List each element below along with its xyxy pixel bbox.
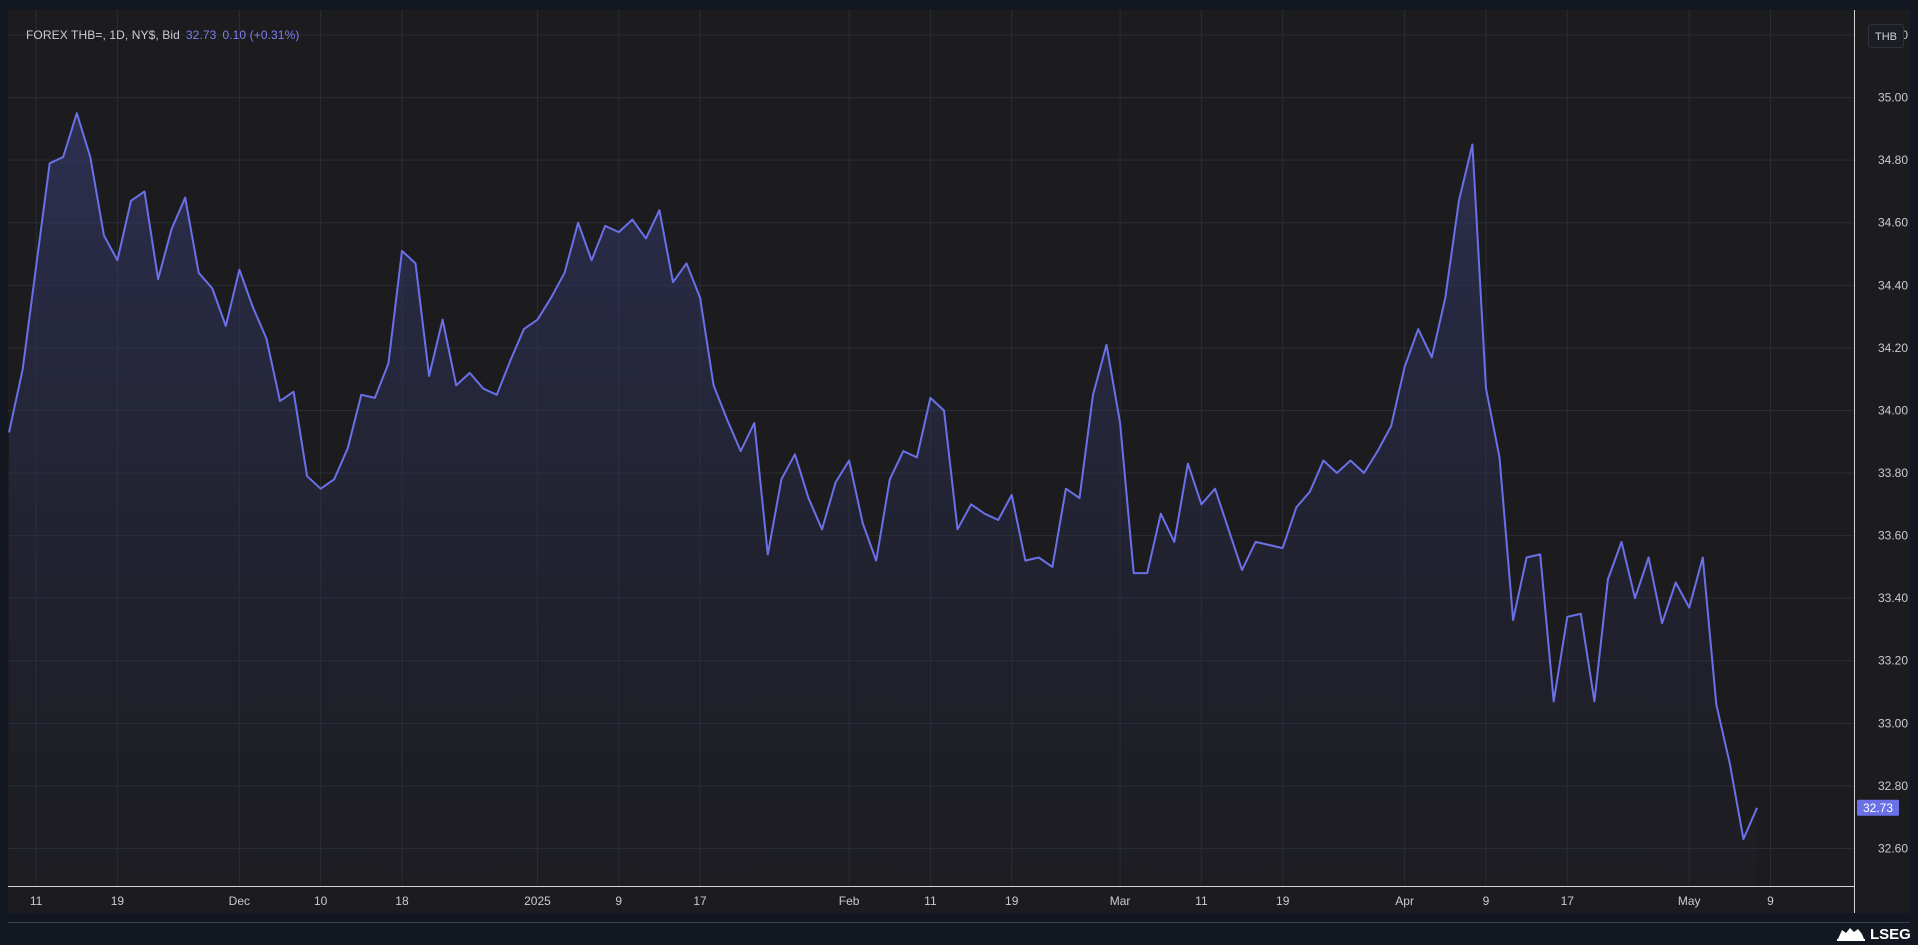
currency-button[interactable]: THB: [1868, 24, 1904, 48]
lion-icon: [1837, 928, 1865, 941]
y-tick-label: 34.00: [1878, 403, 1908, 417]
x-tick-label: Mar: [1110, 894, 1131, 908]
chart-frame: 32.60 32.80 33.00 33.20 33.40 33.60 33.80 34.00…: [8, 10, 1910, 913]
y-tick-label: 33.20: [1878, 654, 1908, 668]
x-tick-label: 9: [1767, 894, 1774, 908]
chart-legend: FOREX THB=, 1D, NY$, Bid 32.73 0.10 (+0.31…: [26, 28, 299, 42]
y-tick-label: 33.40: [1878, 591, 1908, 605]
x-tick-label: 19: [1005, 894, 1019, 908]
y-tick-label: 35.00: [1878, 91, 1908, 105]
x-tick-label: 18: [395, 894, 409, 908]
area-fill: [9, 113, 1757, 886]
x-tick-label: 17: [693, 894, 707, 908]
y-tick-label: 34.40: [1878, 278, 1908, 292]
x-tick-label: 11: [924, 894, 937, 908]
x-tick-label: 17: [1561, 894, 1575, 908]
y-tick-label: 32.80: [1878, 779, 1908, 793]
x-tick-label: 9: [1483, 894, 1490, 908]
x-tick-label: 11: [1195, 894, 1208, 908]
x-tick-label: Apr: [1395, 894, 1414, 908]
x-tick-label: 10: [314, 894, 328, 908]
footer-bar: [0, 922, 1918, 945]
brand-name: LSEG: [1870, 925, 1911, 943]
y-axis-ticks: 32.60 32.80 33.00 33.20 33.40 33.60 33.80 34.00…: [1878, 28, 1908, 855]
legend-last-value: 32.73: [185, 28, 217, 42]
y-tick-label: 34.80: [1878, 153, 1908, 167]
x-tick-label: Dec: [229, 894, 250, 908]
area-fill-path: [9, 113, 1757, 886]
legend-change: 0.10 (+0.31%): [222, 28, 300, 42]
y-tick-label: 33.60: [1878, 529, 1908, 543]
x-tick-label: 19: [1276, 894, 1290, 908]
x-axis-ticks: 11 19 Dec 10 18 2025 9 17 Feb 11 19 Mar 11 19 Apr 9 17 Ma…: [30, 894, 1774, 908]
brand-logo: LSEG: [1836, 925, 1911, 943]
last-price-tag-layer: 32.73: [1857, 799, 1899, 816]
legend-symbol: FOREX THB=, 1D, NY$, Bid: [26, 28, 180, 42]
y-tick-label: 34.20: [1878, 341, 1908, 355]
y-tick-label: 33.00: [1878, 716, 1908, 730]
x-tick-label: May: [1678, 894, 1701, 908]
x-tick-label: 2025: [524, 894, 551, 908]
y-tick-label: 34.60: [1878, 216, 1908, 230]
x-tick-label: 9: [615, 894, 622, 908]
x-tick-label: 11: [30, 894, 43, 908]
y-tick-label: 33.80: [1878, 466, 1908, 480]
last-price-label: 32.73: [1863, 801, 1893, 815]
price-chart[interactable]: 32.60 32.80 33.00 33.20 33.40 33.60 33.80 34.00…: [8, 10, 1910, 913]
y-tick-label: 32.60: [1878, 841, 1908, 855]
footer-divider: [8, 922, 1910, 923]
x-tick-label: Feb: [839, 894, 860, 908]
x-tick-label: 19: [111, 894, 125, 908]
